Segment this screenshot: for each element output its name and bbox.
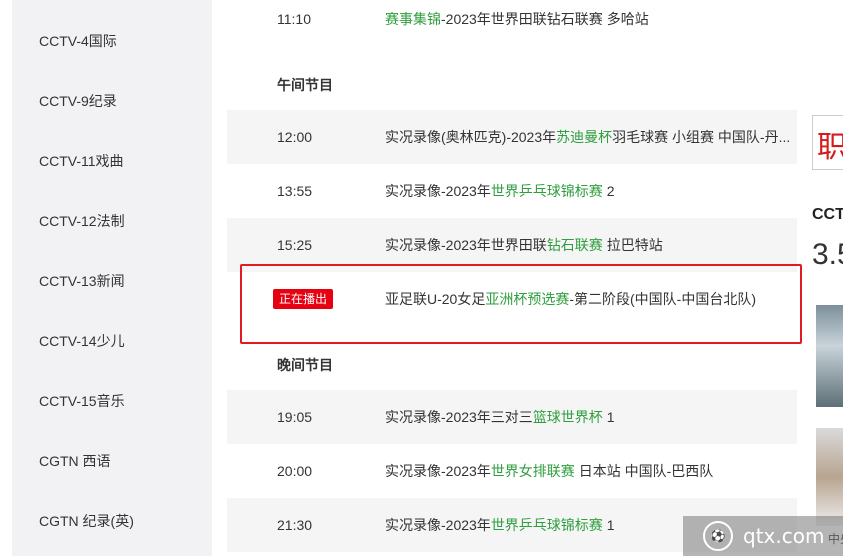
sidebar-item-cgtn-spanish[interactable]: CGTN 西语 — [39, 453, 111, 469]
program-text: 实况录像-2023年世界田联 — [385, 237, 547, 253]
schedule-row[interactable]: 11:10 赛事集锦-2023年世界田联钻石联赛 多哈站 — [227, 0, 797, 46]
program-time: 13:55 — [277, 183, 313, 199]
section-title-midday: 午间节目 — [277, 77, 333, 93]
program-title[interactable]: 实况录像-2023年世界田联钻石联赛 拉巴特站 — [385, 235, 663, 255]
program-link[interactable]: 赛事集锦 — [385, 11, 441, 27]
program-text: 拉巴特站 — [602, 237, 663, 253]
program-schedule: 11:10 赛事集锦-2023年世界田联钻石联赛 多哈站 午间节目 12:00 … — [227, 0, 797, 556]
sidebar-item-cctv9[interactable]: CCTV-9纪录 — [39, 93, 117, 109]
program-title[interactable]: 实况录像(奥林匹克)-2023年苏迪曼杯羽毛球赛 小组赛 中国队-丹... — [385, 127, 790, 147]
program-title[interactable]: 亚足联U-20女足亚洲杯预选赛-第二阶段(中国队-中国台北队) — [385, 289, 756, 309]
site-watermark: ⚽ qtx.com — [683, 516, 843, 556]
program-link[interactable]: 世界乒乓球锦标赛 — [491, 183, 603, 199]
program-time: 20:00 — [277, 463, 313, 479]
program-text: 亚足联U-20女足 — [385, 291, 486, 307]
sidebar-item-cgtn-documentary[interactable]: CGTN 纪录(英) — [39, 513, 134, 529]
program-text: 实况录像-2023年 — [385, 463, 491, 479]
program-time: 11:10 — [277, 11, 311, 27]
program-text: -第二阶段(中国队-中国台北队) — [569, 291, 757, 307]
section-title-evening: 晚间节目 — [277, 357, 333, 373]
schedule-row[interactable]: 19:05 实况录像-2023年三对三篮球世界杯 1 — [227, 390, 797, 444]
rating-number: 3.5 — [812, 238, 843, 271]
program-title[interactable]: 实况录像-2023年世界乒乓球锦标赛 2 — [385, 181, 615, 201]
watermark-text: qtx.com — [743, 524, 825, 548]
schedule-row[interactable]: 13:55 实况录像-2023年世界乒乓球锦标赛 2 — [227, 164, 797, 218]
program-time: 12:00 — [277, 129, 313, 145]
program-link[interactable]: 篮球世界杯 — [533, 409, 603, 425]
program-time: 19:05 — [277, 409, 313, 425]
program-link[interactable]: 亚洲杯预选赛 — [485, 291, 569, 307]
program-title[interactable]: 赛事集锦-2023年世界田联钻石联赛 多哈站 — [385, 9, 649, 29]
ad-banner-char: 职 — [817, 122, 843, 166]
program-title[interactable]: 实况录像-2023年三对三篮球世界杯 1 — [385, 407, 615, 427]
channel-sidebar: CCTV-4国际 CCTV-9纪录 CCTV-11戏曲 CCTV-12法制 CC… — [12, 0, 212, 556]
program-text: 实况录像-2023年 — [385, 517, 491, 533]
schedule-row[interactable]: 15:25 实况录像-2023年世界田联钻石联赛 拉巴特站 — [227, 218, 797, 272]
video-thumbnail[interactable] — [816, 305, 843, 407]
program-text: 实况录像-2023年 — [385, 183, 491, 199]
sidebar-item-cctv11[interactable]: CCTV-11戏曲 — [39, 153, 124, 169]
ad-banner[interactable]: 职 — [812, 115, 843, 170]
program-text: 实况录像(奥林匹克)-2023年 — [385, 129, 557, 145]
schedule-row[interactable]: 12:00 实况录像(奥林匹克)-2023年苏迪曼杯羽毛球赛 小组赛 中国队-丹… — [227, 110, 797, 164]
program-text: 实况录像-2023年三对三 — [385, 409, 533, 425]
live-badge: 正在播出 — [273, 289, 334, 309]
program-time: 21:30 — [277, 517, 313, 533]
channel-label: CCT — [812, 206, 843, 223]
program-text: -2023年世界田联钻石联赛 多哈站 — [441, 11, 649, 27]
program-link[interactable]: 苏迪曼杯 — [556, 129, 612, 145]
watermark-logo-icon: ⚽ — [703, 521, 733, 551]
program-link[interactable]: 世界女排联赛 — [491, 463, 575, 479]
program-text: 羽毛球赛 小组赛 中国队-丹... — [612, 129, 791, 145]
sidebar-item-cctv13[interactable]: CCTV-13新闻 — [39, 273, 125, 289]
video-thumbnail[interactable] — [816, 428, 843, 526]
right-panel: 职 CCT 3.5 中央 — [808, 0, 843, 556]
program-text: 日本站 中国队-巴西队 — [574, 463, 714, 479]
sidebar-item-cctv14[interactable]: CCTV-14少儿 — [39, 333, 125, 349]
program-title[interactable]: 实况录像-2023年世界女排联赛 日本站 中国队-巴西队 — [385, 461, 713, 481]
sidebar-item-cctv4[interactable]: CCTV-4国际 — [39, 33, 117, 49]
program-time: 15:25 — [277, 237, 313, 253]
program-text: 1 — [602, 517, 615, 533]
schedule-row[interactable]: 20:00 实况录像-2023年世界女排联赛 日本站 中国队-巴西队 — [227, 444, 797, 498]
program-link[interactable]: 世界乒乓球锦标赛 — [491, 517, 603, 533]
program-link[interactable]: 钻石联赛 — [547, 237, 603, 253]
program-title[interactable]: 实况录像-2023年世界乒乓球锦标赛 1 — [385, 515, 615, 535]
program-text: 1 — [602, 409, 615, 425]
sidebar-item-cctv15[interactable]: CCTV-15音乐 — [39, 393, 125, 409]
program-text: 2 — [602, 183, 615, 199]
sidebar-item-cctv12[interactable]: CCTV-12法制 — [39, 213, 125, 229]
schedule-row-live[interactable]: 正在播出 亚足联U-20女足亚洲杯预选赛-第二阶段(中国队-中国台北队) — [227, 272, 797, 326]
